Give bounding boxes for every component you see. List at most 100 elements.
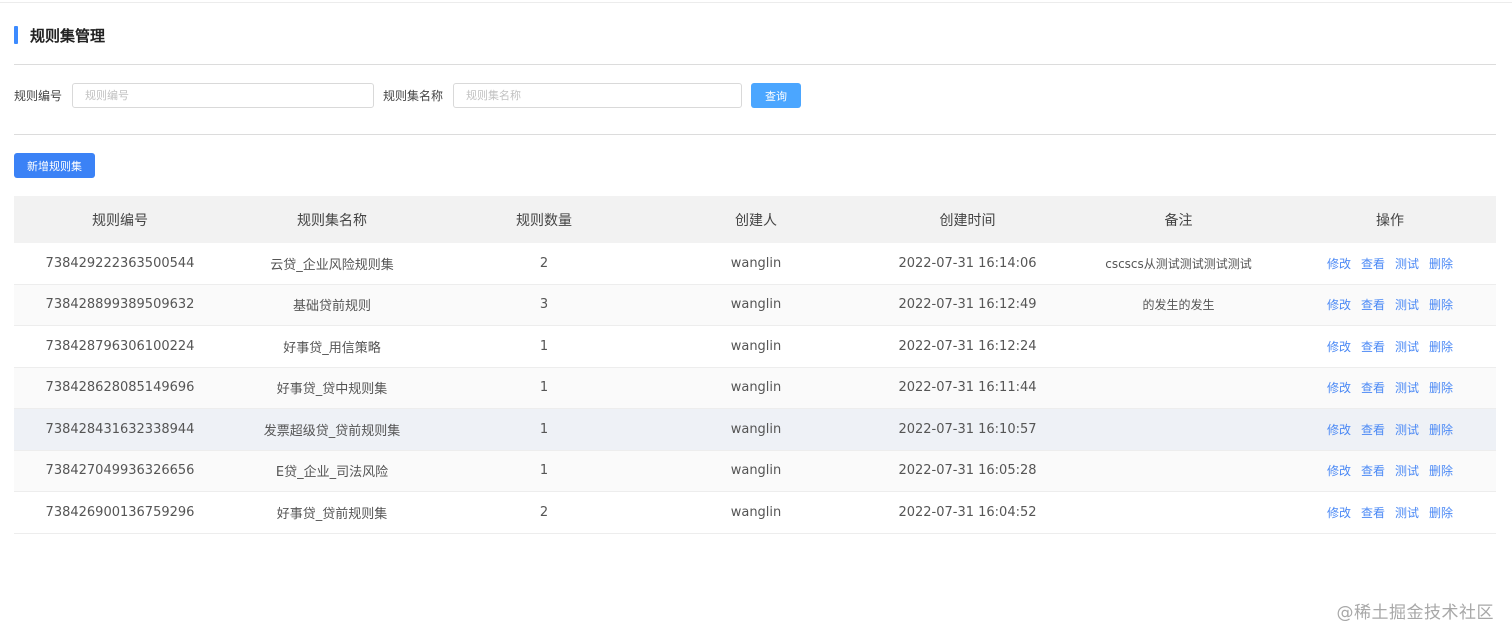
ruleset-name-label: 规则集名称 bbox=[383, 89, 444, 103]
cell-rule-count: 1 bbox=[539, 380, 549, 396]
test-link[interactable]: 测试 bbox=[1395, 255, 1419, 272]
view-link[interactable]: 查看 bbox=[1361, 255, 1385, 272]
table-row: 738426900136759296 好事贷_贷前规则集 2 wanglin 2… bbox=[14, 492, 1496, 534]
edit-link[interactable]: 修改 bbox=[1327, 421, 1351, 438]
cell-creator: wanglin bbox=[730, 504, 782, 520]
ruleset-name-input[interactable] bbox=[453, 83, 743, 108]
cell-rule-count: 2 bbox=[539, 255, 549, 271]
cell-ruleset-name: 基础贷前规则 bbox=[292, 299, 371, 315]
query-button[interactable]: 查询 bbox=[751, 83, 802, 108]
cell-ruleset-name: 云贷_企业风险规则集 bbox=[270, 257, 394, 273]
delete-link[interactable]: 删除 bbox=[1429, 504, 1453, 521]
ruleset-management-page: 规则集管理 规则编号 规则集名称 查询 新增规则集 规则编号 规则集名称 规则数… bbox=[0, 0, 1512, 639]
top-divider bbox=[0, 2, 1512, 3]
edit-link[interactable]: 修改 bbox=[1327, 462, 1351, 479]
cell-remark: cscscs从测试测试测试测试 bbox=[1105, 256, 1252, 271]
cell-rule-count: 1 bbox=[539, 421, 549, 437]
view-link[interactable]: 查看 bbox=[1361, 462, 1385, 479]
title-accent-bar bbox=[14, 26, 18, 44]
column-header-created-time: 创建时间 bbox=[939, 212, 996, 229]
delete-link[interactable]: 删除 bbox=[1429, 379, 1453, 396]
row-actions: 修改 查看 测试 删除 bbox=[1284, 462, 1496, 479]
edit-link[interactable]: 修改 bbox=[1327, 255, 1351, 272]
cell-created-time: 2022-07-31 16:04:52 bbox=[898, 504, 1037, 520]
delete-link[interactable]: 删除 bbox=[1429, 421, 1453, 438]
table-row: 738429222363500544 云贷_企业风险规则集 2 wanglin … bbox=[14, 243, 1496, 285]
cell-rule-count: 1 bbox=[539, 338, 549, 354]
cell-ruleset-name: 好事贷_贷中规则集 bbox=[276, 382, 388, 398]
edit-link[interactable]: 修改 bbox=[1327, 338, 1351, 355]
cell-created-time: 2022-07-31 16:10:57 bbox=[898, 421, 1037, 437]
cell-creator: wanglin bbox=[730, 421, 782, 437]
search-filter-bar: 规则编号 规则集名称 查询 bbox=[14, 83, 802, 108]
rule-id-label: 规则编号 bbox=[14, 89, 63, 103]
cell-creator: wanglin bbox=[730, 380, 782, 396]
cell-creator: wanglin bbox=[730, 463, 782, 479]
column-header-actions: 操作 bbox=[1376, 212, 1404, 229]
column-header-rule-id: 规则编号 bbox=[92, 212, 148, 229]
delete-link[interactable]: 删除 bbox=[1429, 296, 1453, 313]
cell-ruleset-name: 发票超级贷_贷前规则集 bbox=[263, 423, 401, 439]
cell-ruleset-name: E贷_企业_司法风险 bbox=[275, 465, 389, 481]
cell-rule-id: 738428899389509632 bbox=[45, 297, 195, 313]
cell-created-time: 2022-07-31 16:11:44 bbox=[898, 380, 1037, 396]
cell-rule-id: 738428796306100224 bbox=[45, 338, 195, 354]
cell-creator: wanglin bbox=[730, 338, 782, 354]
delete-link[interactable]: 删除 bbox=[1429, 255, 1453, 272]
view-link[interactable]: 查看 bbox=[1361, 338, 1385, 355]
delete-link[interactable]: 删除 bbox=[1429, 338, 1453, 355]
ruleset-table: 规则编号 规则集名称 规则数量 创建人 创建时间 备注 操作 738429222… bbox=[14, 196, 1496, 534]
cell-ruleset-name: 好事贷_贷前规则集 bbox=[276, 506, 388, 522]
edit-link[interactable]: 修改 bbox=[1327, 504, 1351, 521]
page-header: 规则集管理 bbox=[14, 25, 105, 45]
cell-created-time: 2022-07-31 16:14:06 bbox=[898, 255, 1037, 271]
page-title: 规则集管理 bbox=[30, 26, 106, 45]
test-link[interactable]: 测试 bbox=[1395, 296, 1419, 313]
table-row: 738428431632338944 发票超级贷_贷前规则集 1 wanglin… bbox=[14, 409, 1496, 451]
header-divider bbox=[14, 64, 1496, 65]
test-link[interactable]: 测试 bbox=[1395, 462, 1419, 479]
row-actions: 修改 查看 测试 删除 bbox=[1284, 379, 1496, 396]
column-header-remark: 备注 bbox=[1164, 212, 1193, 229]
cell-creator: wanglin bbox=[730, 255, 782, 271]
row-actions: 修改 查看 测试 删除 bbox=[1284, 338, 1496, 355]
cell-rule-id: 738429222363500544 bbox=[45, 255, 195, 271]
cell-created-time: 2022-07-31 16:12:24 bbox=[898, 338, 1037, 354]
view-link[interactable]: 查看 bbox=[1361, 296, 1385, 313]
test-link[interactable]: 测试 bbox=[1395, 504, 1419, 521]
cell-rule-count: 1 bbox=[539, 463, 549, 479]
cell-rule-id: 738426900136759296 bbox=[45, 504, 195, 520]
row-actions: 修改 查看 测试 删除 bbox=[1284, 421, 1496, 438]
view-link[interactable]: 查看 bbox=[1361, 379, 1385, 396]
cell-rule-id: 738427049936326656 bbox=[45, 463, 195, 479]
table-row: 738428796306100224 好事贷_用信策略 1 wanglin 20… bbox=[14, 326, 1496, 368]
cell-rule-id: 738428628085149696 bbox=[45, 380, 195, 396]
cell-rule-id: 738428431632338944 bbox=[45, 421, 195, 437]
filter-divider bbox=[14, 134, 1496, 135]
test-link[interactable]: 测试 bbox=[1395, 338, 1419, 355]
cell-rule-count: 2 bbox=[539, 504, 549, 520]
table-row: 738428628085149696 好事贷_贷中规则集 1 wanglin 2… bbox=[14, 367, 1496, 409]
watermark: @稀土掘金技术社区 bbox=[1336, 603, 1494, 623]
column-header-ruleset-name: 规则集名称 bbox=[297, 212, 367, 229]
table-header: 规则编号 规则集名称 规则数量 创建人 创建时间 备注 操作 bbox=[14, 196, 1496, 243]
cell-remark: 的发生的发生 bbox=[1142, 298, 1215, 313]
delete-link[interactable]: 删除 bbox=[1429, 462, 1453, 479]
test-link[interactable]: 测试 bbox=[1395, 379, 1419, 396]
edit-link[interactable]: 修改 bbox=[1327, 379, 1351, 396]
cell-created-time: 2022-07-31 16:05:28 bbox=[898, 463, 1037, 479]
cell-created-time: 2022-07-31 16:12:49 bbox=[898, 297, 1037, 313]
cell-ruleset-name: 好事贷_用信策略 bbox=[283, 340, 381, 356]
test-link[interactable]: 测试 bbox=[1395, 421, 1419, 438]
rule-id-input[interactable] bbox=[72, 83, 375, 108]
column-header-rule-count: 规则数量 bbox=[516, 212, 572, 229]
table-row: 738428899389509632 基础贷前规则 3 wanglin 2022… bbox=[14, 284, 1496, 326]
column-header-creator: 创建人 bbox=[735, 212, 777, 229]
add-ruleset-button[interactable]: 新增规则集 bbox=[14, 153, 95, 178]
view-link[interactable]: 查看 bbox=[1361, 421, 1385, 438]
row-actions: 修改 查看 测试 删除 bbox=[1284, 504, 1496, 521]
edit-link[interactable]: 修改 bbox=[1327, 296, 1351, 313]
cell-rule-count: 3 bbox=[539, 297, 549, 313]
row-actions: 修改 查看 测试 删除 bbox=[1284, 296, 1496, 313]
view-link[interactable]: 查看 bbox=[1361, 504, 1385, 521]
